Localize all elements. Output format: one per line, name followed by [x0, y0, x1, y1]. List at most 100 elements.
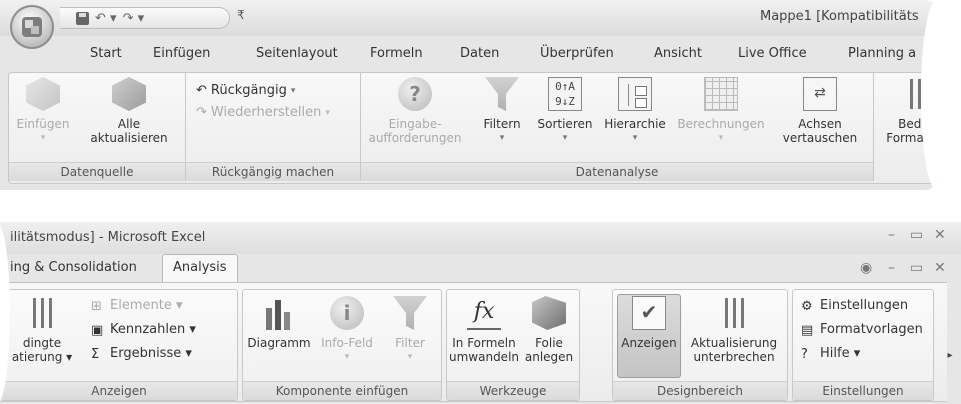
filtern-caret: ▾: [499, 133, 505, 143]
tab-ueberpruefen[interactable]: Überprüfen: [540, 46, 614, 61]
ribbon-scroll-right-icon[interactable]: ▸: [943, 350, 957, 370]
qat-customize-icon[interactable]: ₹: [237, 8, 245, 22]
ribbon-body: Einfügen ▾ Alle aktualisieren Datenquell…: [8, 72, 937, 184]
window-title-2: ilitätsmodus] - Microsoft Excel: [10, 230, 206, 245]
infofeld-label: Info-Feld: [321, 336, 373, 350]
group-rueckgaengig: ↶ Rückgängig ▾ ↷ Wiederherstellen ▾ Rück…: [186, 73, 361, 181]
aktualisierung-unterbrechen-button[interactable]: Aktualisierung unterbrechen: [683, 296, 785, 364]
sortieren-button[interactable]: 0↑A 9↓Z Sortieren ▾: [533, 77, 597, 145]
kennzahlen-label: Kennzahlen ▾: [110, 322, 196, 337]
save-icon[interactable]: [76, 11, 89, 25]
filter-caret: ▾: [407, 352, 413, 362]
key-figures-icon: ▣: [91, 323, 104, 338]
filtern-label: Filtern: [483, 117, 521, 131]
conditional-format-icon-2: [25, 296, 59, 330]
bedingte-label-4: atierung ▾: [11, 350, 73, 364]
minimize-icon[interactable]: –: [888, 227, 895, 243]
help-icon[interactable]: ◉: [860, 260, 872, 276]
tab-start[interactable]: Start: [90, 46, 122, 61]
slide-create-icon: [532, 296, 566, 330]
redo-arrow-icon: ↷: [196, 105, 207, 120]
filtern-button[interactable]: Filtern ▾: [473, 77, 531, 145]
folie-label-2: anlegen: [524, 350, 574, 364]
formeln-label-1: In Formeln: [452, 336, 516, 350]
filter-button[interactable]: Filter ▾: [383, 296, 437, 364]
ribbon-bottom-strip: ilitätsmodus] - Microsoft Excel – ▭ ✕ in…: [0, 222, 961, 404]
hilfe-label: Hilfe ▾: [820, 346, 861, 361]
berechnungen-button[interactable]: Berechnungen ▾: [673, 77, 769, 145]
eingabe-label-2: aufforderungen: [368, 131, 462, 145]
kennzahlen-button[interactable]: ▣ Kennzahlen ▾: [91, 322, 196, 338]
formula-fx-icon: fx: [467, 296, 501, 330]
einfuegen-button[interactable]: Einfügen ▾: [15, 77, 71, 145]
rueckgaengig-caret: ▾: [290, 85, 296, 96]
tab-live-office[interactable]: Live Office: [738, 46, 807, 61]
tab-einfuegen[interactable]: Einfügen: [153, 46, 210, 61]
formatvorlagen-button[interactable]: ▤ Formatvorlagen: [801, 322, 923, 338]
berechnungen-caret: ▾: [718, 133, 724, 143]
ribbon-close-icon[interactable]: ✕: [934, 260, 946, 276]
ribbon-restore-icon[interactable]: ▭: [910, 260, 923, 276]
infofeld-caret: ▾: [344, 352, 350, 362]
members-icon: ⊞: [91, 299, 102, 314]
wiederherstellen-button[interactable]: ↷ Wiederherstellen ▾: [196, 105, 330, 120]
sortieren-label: Sortieren: [537, 117, 593, 131]
folie-anlegen-button[interactable]: Folie anlegen: [521, 296, 577, 364]
diagramm-label: Diagramm: [247, 336, 311, 350]
tab-planning-consolidation[interactable]: ing & Consolidation: [10, 260, 137, 275]
office-button[interactable]: [10, 5, 54, 49]
group-werkzeuge: fx In Formeln umwandeln Folie anlegen We…: [446, 289, 580, 401]
eingabe-label-1: Eingabe-: [388, 117, 442, 131]
achsen-vertauschen-button[interactable]: ⇄ Achsen vertauschen: [775, 77, 865, 145]
einstellungen-button[interactable]: ⚙ Einstellungen: [801, 298, 908, 314]
bedingte-formatierung-button-2[interactable]: dingte atierung ▾: [7, 296, 77, 364]
title-bar: ↶ ▾ ↷ ▾ ₹ Mappe1 [Kompatibilitäts: [0, 0, 937, 36]
hierarchie-label: Hierarchie: [604, 117, 666, 131]
eingabeaufforderungen-button[interactable]: ? Eingabe- aufforderungen: [365, 77, 465, 145]
alle-label-2: aktualisieren: [90, 131, 168, 145]
info-feld-button[interactable]: i Info-Feld ▾: [313, 296, 381, 364]
group-datenanalyse: ? Eingabe- aufforderungen Filtern ▾ 0↑A 9…: [361, 73, 874, 181]
tab-daten[interactable]: Daten: [460, 46, 499, 61]
redo-icon[interactable]: ↷ ▾: [123, 11, 145, 26]
anzeigen-toggle-button[interactable]: ✔ Anzeigen: [617, 296, 681, 350]
tab-ansicht[interactable]: Ansicht: [654, 46, 702, 61]
quick-access-toolbar: ↶ ▾ ↷ ▾: [60, 7, 230, 29]
hierarchie-button[interactable]: Hierarchie ▾: [599, 77, 671, 145]
ribbon-top-strip: ↶ ▾ ↷ ▾ ₹ Mappe1 [Kompatibilitäts Start …: [0, 0, 937, 190]
alle-aktualisieren-button[interactable]: Alle aktualisieren: [83, 77, 175, 145]
ribbon-minimize-icon[interactable]: –: [888, 260, 895, 276]
ribbon-tabs: Start Einfügen Seitenlayout Formeln Date…: [0, 36, 937, 72]
tab-formeln[interactable]: Formeln: [370, 46, 423, 61]
berechnungen-label: Berechnungen: [677, 117, 765, 131]
ergebnisse-button[interactable]: Σ Ergebnisse ▾: [91, 346, 192, 362]
bedingte-label-3: dingte: [22, 336, 62, 350]
alle-label-1: Alle: [117, 117, 141, 131]
aktualisierung-label-1: Aktualisierung: [690, 336, 778, 350]
sort-az-icon: 0↑A 9↓Z: [548, 77, 582, 111]
chart-icon: [262, 296, 296, 330]
wiederherstellen-label: Wiederherstellen: [210, 105, 322, 120]
tab-planning[interactable]: Planning a: [848, 46, 916, 61]
rueckgaengig-button[interactable]: ↶ Rückgängig ▾: [196, 83, 295, 98]
einfuegen-caret: ▾: [40, 133, 46, 143]
undo-icon[interactable]: ↶ ▾: [95, 11, 117, 26]
calculation-grid-icon: [704, 77, 738, 111]
hilfe-button[interactable]: ? Hilfe ▾: [801, 346, 861, 362]
prompt-help-icon: ?: [398, 77, 432, 111]
tab-analysis[interactable]: Analysis: [162, 254, 238, 282]
ergebnisse-label: Ergebnisse ▾: [110, 346, 192, 361]
folie-label-1: Folie: [535, 336, 563, 350]
styles-icon: ▤: [801, 323, 814, 338]
elemente-label: Elemente ▾: [110, 298, 183, 313]
maximize-icon[interactable]: ▭: [910, 227, 923, 243]
tab-seitenlayout[interactable]: Seitenlayout: [256, 46, 338, 61]
diagramm-button[interactable]: Diagramm: [245, 296, 313, 350]
close-icon[interactable]: ✕: [934, 227, 946, 243]
elemente-button[interactable]: ⊞ Elemente ▾: [91, 298, 183, 314]
swap-axes-icon: ⇄: [803, 77, 837, 111]
filter-funnel-icon: [485, 77, 519, 111]
achsen-label-1: Achsen: [798, 117, 842, 131]
achsen-label-2: vertauschen: [782, 131, 858, 145]
in-formeln-umwandeln-button[interactable]: fx In Formeln umwandeln: [449, 296, 519, 364]
